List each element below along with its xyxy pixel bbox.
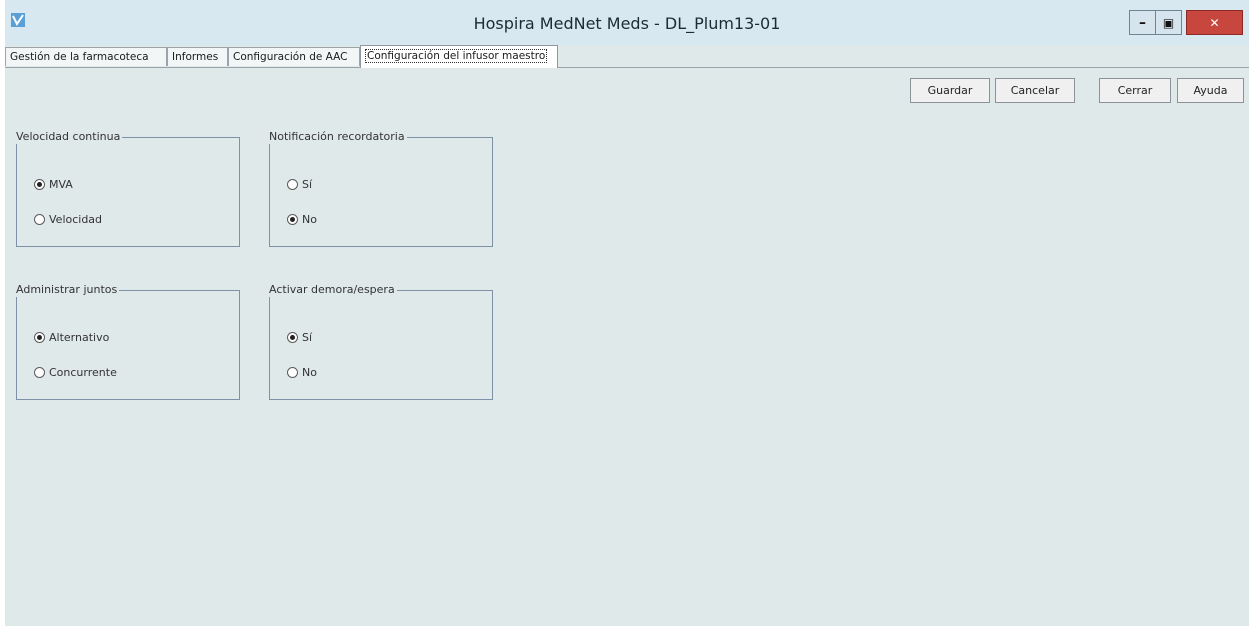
- restore-icon: ▣: [1162, 15, 1175, 30]
- title-bar[interactable]: Hospira MedNet Meds - DL_Plum13-01 – ▣ ✕: [5, 0, 1249, 45]
- radio-alternativo[interactable]: Alternativo: [34, 329, 109, 345]
- restore-button[interactable]: ▣: [1155, 10, 1182, 35]
- radio-unselected-icon: [34, 213, 45, 225]
- radio-selected-icon: [287, 213, 298, 225]
- radio-unselected-icon: [287, 366, 298, 378]
- group-title: Activar demora/espera: [269, 283, 395, 296]
- tab-label: Gestión de la farmacoteca: [10, 51, 149, 63]
- save-button[interactable]: Guardar: [910, 78, 990, 103]
- tab-configuracion-infusor-maestro[interactable]: Configuración del infusor maestro: [360, 45, 558, 68]
- radio-si[interactable]: Sí: [287, 329, 312, 345]
- tab-informes[interactable]: Informes: [167, 47, 228, 66]
- tab-gestion-farmacoteca[interactable]: Gestión de la farmacoteca: [5, 47, 167, 66]
- group-notificacion-recordatoria: Notificación recordatoria Sí No: [269, 130, 493, 247]
- group-velocidad-continua: Velocidad continua MVA Velocidad: [16, 130, 240, 247]
- radio-velocidad[interactable]: Velocidad: [34, 211, 102, 227]
- help-button[interactable]: Ayuda: [1177, 78, 1244, 103]
- tab-label: Informes: [172, 51, 219, 63]
- minimize-icon: –: [1139, 14, 1146, 31]
- window-title: Hospira MedNet Meds - DL_Plum13-01: [473, 14, 781, 33]
- tab-label: Configuración del infusor maestro: [365, 49, 548, 63]
- radio-unselected-icon: [287, 178, 298, 190]
- radio-label: No: [302, 365, 317, 379]
- radio-unselected-icon: [34, 366, 45, 378]
- radio-label: Velocidad: [49, 212, 103, 226]
- radio-selected-icon: [34, 178, 45, 190]
- tab-strip: Gestión de la farmacoteca Informes Confi…: [5, 45, 1249, 68]
- radio-no[interactable]: No: [287, 364, 317, 380]
- group-title: Notificación recordatoria: [269, 130, 405, 143]
- group-activar-demora-espera: Activar demora/espera Sí No: [269, 283, 493, 400]
- radio-label: Concurrente: [49, 365, 117, 379]
- radio-label: No: [302, 212, 317, 226]
- radio-selected-icon: [287, 331, 298, 343]
- cancel-button[interactable]: Cancelar: [995, 78, 1075, 103]
- close-icon: ✕: [1209, 15, 1220, 30]
- close-button[interactable]: Cerrar: [1099, 78, 1171, 103]
- radio-mva[interactable]: MVA: [34, 176, 73, 192]
- tab-label: Configuración de AAC: [233, 51, 348, 63]
- radio-label: Alternativo: [49, 330, 110, 344]
- radio-si[interactable]: Sí: [287, 176, 312, 192]
- app-window: Hospira MedNet Meds - DL_Plum13-01 – ▣ ✕…: [5, 0, 1249, 626]
- close-window-button[interactable]: ✕: [1186, 10, 1243, 35]
- group-title: Velocidad continua: [16, 130, 121, 143]
- radio-label: MVA: [49, 177, 73, 191]
- radio-selected-icon: [34, 331, 45, 343]
- group-administrar-juntos: Administrar juntos Alternativo Concurren…: [16, 283, 240, 400]
- radio-no[interactable]: No: [287, 211, 317, 227]
- radio-label: Sí: [302, 330, 313, 344]
- group-title: Administrar juntos: [16, 283, 118, 296]
- tab-configuracion-aac[interactable]: Configuración de AAC: [228, 47, 360, 66]
- radio-label: Sí: [302, 177, 313, 191]
- minimize-button[interactable]: –: [1129, 10, 1156, 35]
- radio-concurrente[interactable]: Concurrente: [34, 364, 117, 380]
